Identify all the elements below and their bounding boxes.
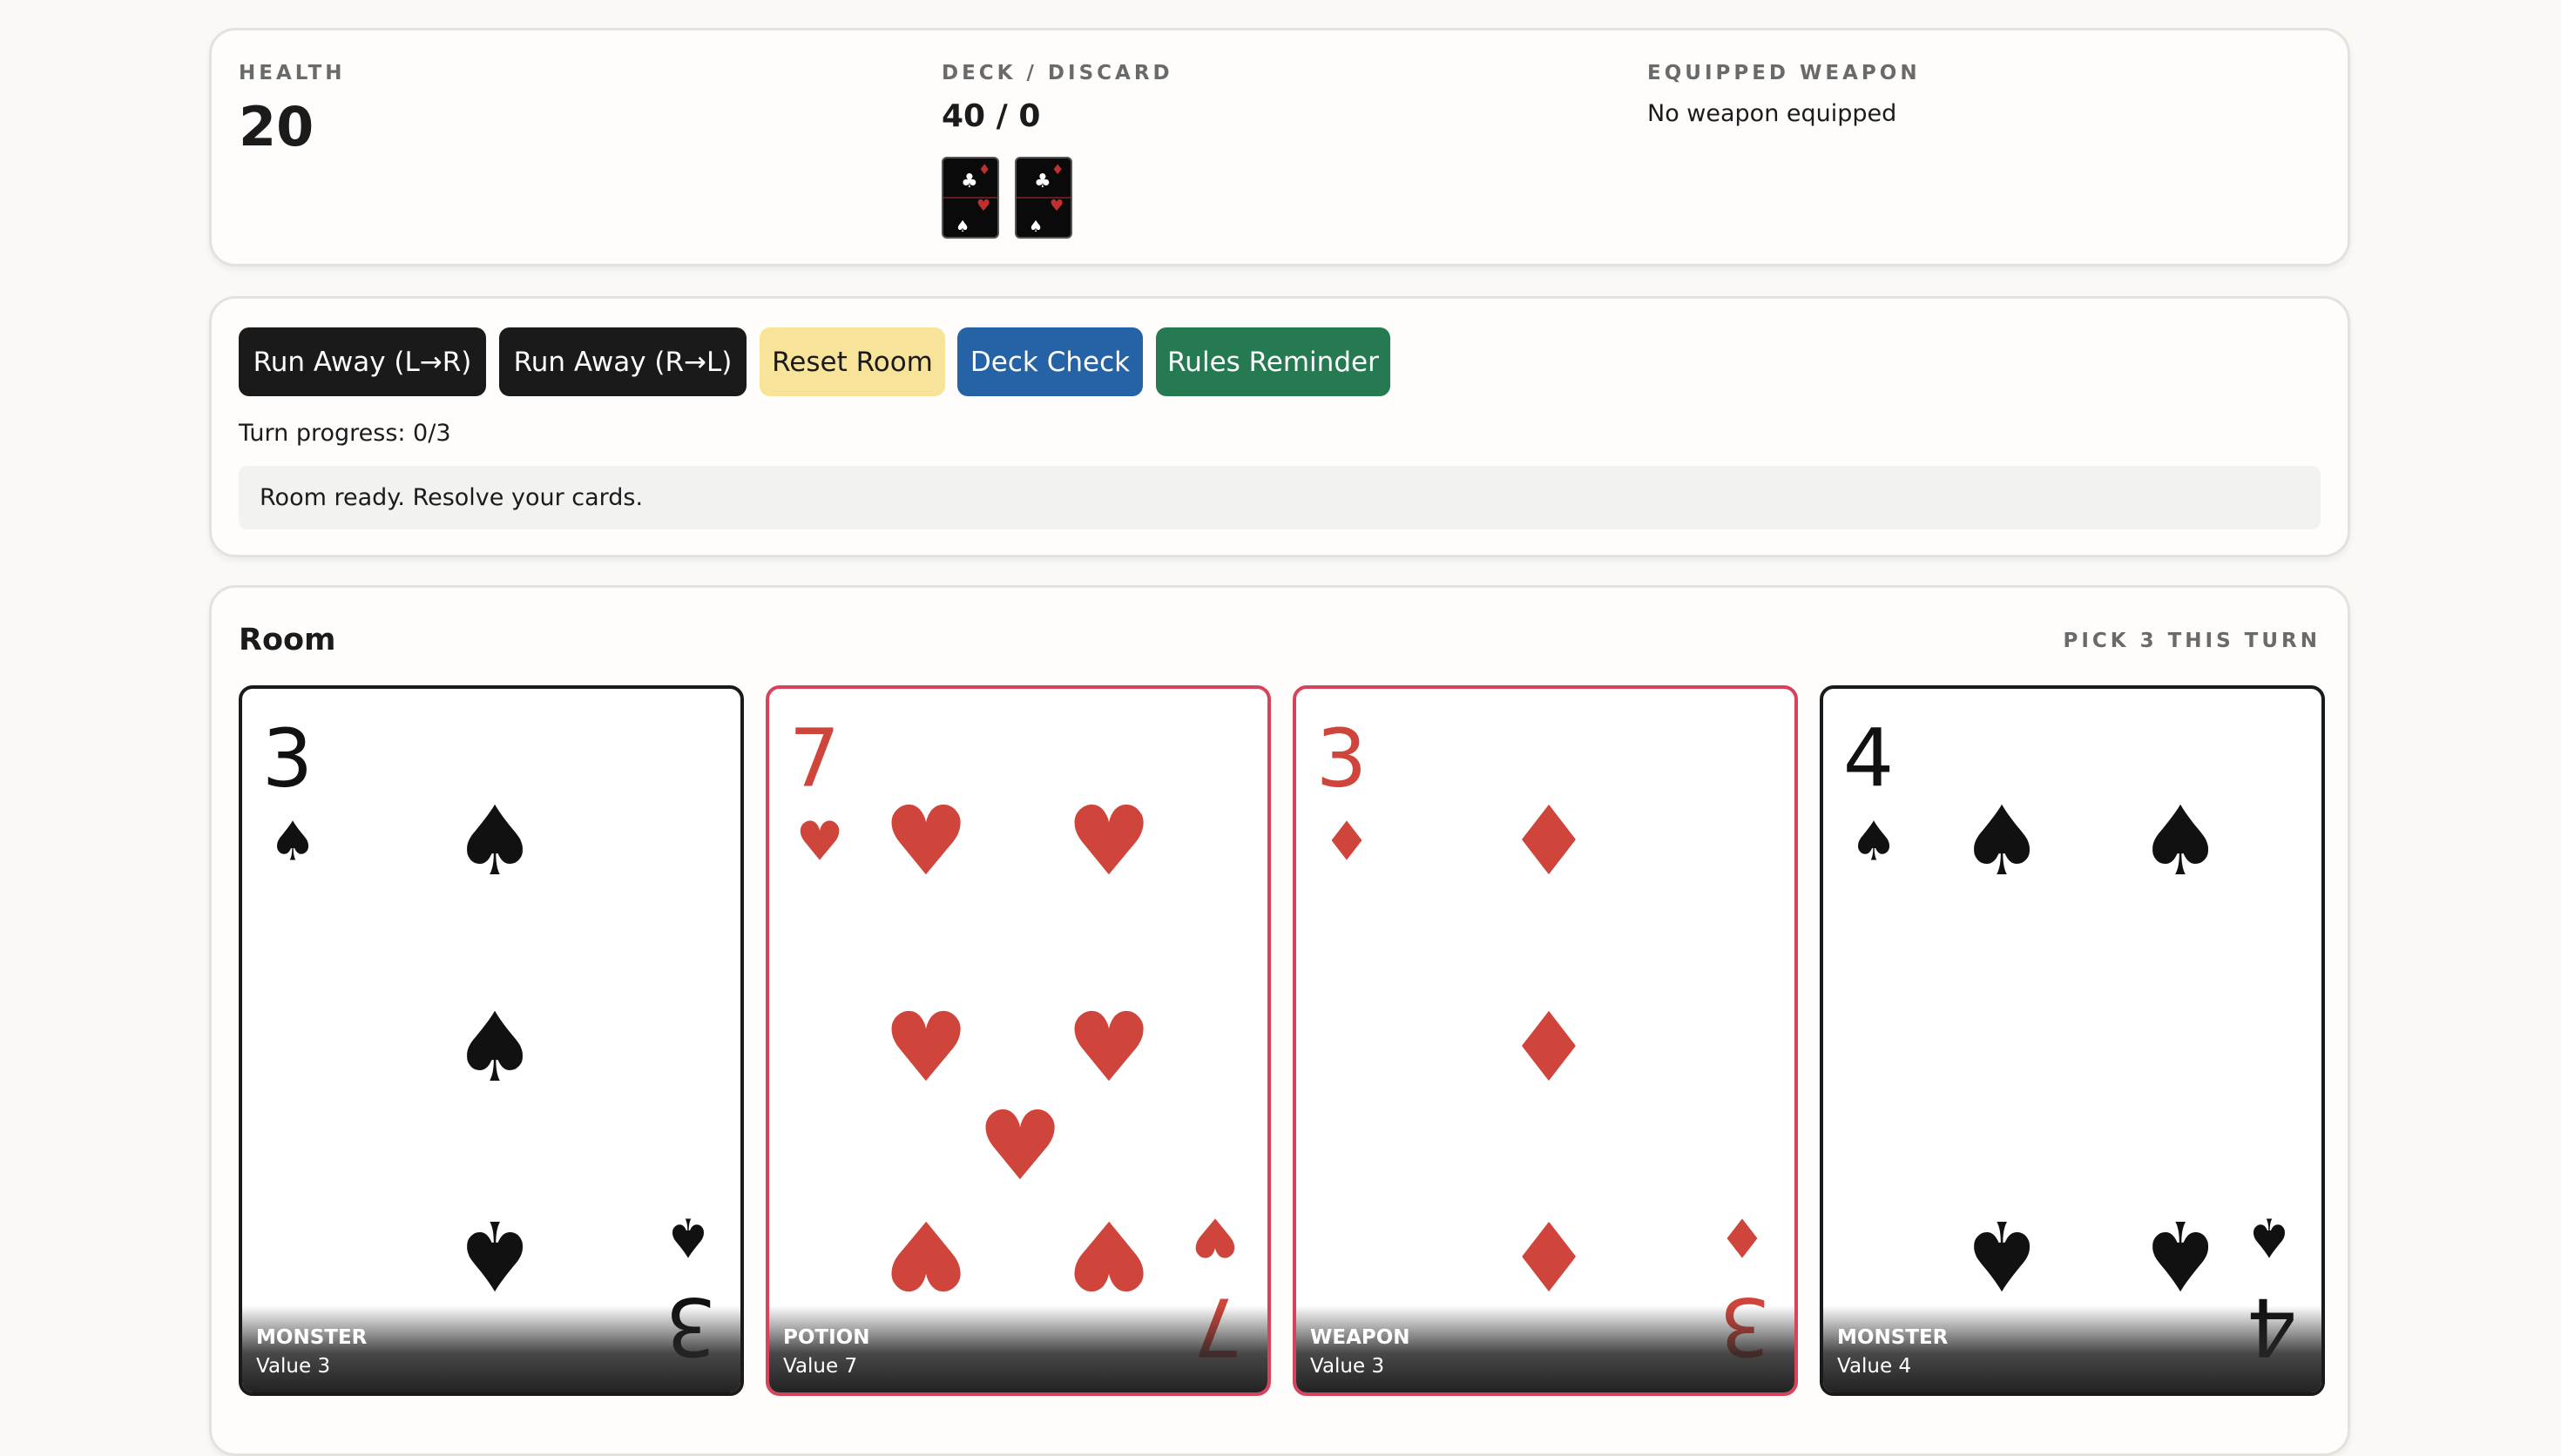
heart-icon: ♥ [1066,992,1152,1103]
spade-icon: ♠ [452,992,538,1103]
diamond-icon: ♦ [1506,992,1592,1103]
diamond-icon: ♦ [1506,1199,1592,1311]
diamond-icon: ♦ [1506,785,1592,897]
deck-pile[interactable]: ♣ ♦ ♥ ♠ ♣ ♦ ♥ ♠ [942,157,1081,244]
heart-icon: ♥ [1066,1199,1152,1311]
pick-hint: PICK 3 THIS TURN [2063,630,2321,652]
status-message-text: Room ready. Resolve your cards. [260,484,644,511]
card-type: MONSTER [256,1326,368,1349]
room-title: Room [239,623,336,657]
rules-reminder-button[interactable]: Rules Reminder [1156,327,1390,396]
discard-card-back: ♣ ♦ ♥ ♠ [1015,157,1072,239]
card-value: Value 4 [1837,1355,1912,1378]
heart-icon: ♥ [795,810,844,873]
card-value: Value 7 [783,1355,858,1378]
spade-icon: ♠ [664,1206,713,1270]
deck-card-back: ♣ ♦ ♥ ♠ [942,157,999,239]
svg-text:♣: ♣ [1034,171,1051,192]
run-away-right-to-left-button[interactable]: Run Away (R→L) [499,327,747,396]
diamond-icon: ♦ [1718,1206,1767,1270]
heart-icon: ♥ [883,992,970,1103]
spade-icon: ♠ [2138,1199,2224,1311]
heart-icon: ♥ [977,1090,1064,1202]
svg-text:♦: ♦ [978,161,990,178]
card-caption: MONSTER Value 3 [242,1305,740,1392]
spade-icon: ♠ [1959,785,2045,897]
card-value: Value 3 [256,1355,331,1378]
status-message: Room ready. Resolve your cards. [239,466,2321,529]
stats-panel: HEALTH 20 DECK / DISCARD 40 / 0 ♣ ♦ ♥ ♠ … [209,28,2350,266]
card-type: WEAPON [1310,1326,1410,1349]
svg-text:♠: ♠ [956,218,970,236]
card-caption: POTION Value 7 [769,1305,1267,1392]
card-rank: 3 [262,712,314,806]
card-rank: 4 [1843,712,1895,806]
actions-panel: Run Away (L→R) Run Away (R→L) Reset Room… [209,296,2350,557]
svg-text:♦: ♦ [1051,161,1064,178]
heart-card-face: 7♥7♥♥♥♥♥♥♥♥ [789,712,1244,1373]
heart-icon: ♥ [883,1199,970,1311]
room-card[interactable]: 7♥7♥♥♥♥♥♥♥♥POTION Value 7 [766,685,1271,1396]
deck-stat: DECK / DISCARD 40 / 0 [942,62,1173,134]
room-card[interactable]: 3♦3♦♦♦♦WEAPONValue 3 [1293,685,1798,1396]
svg-text:♣: ♣ [961,171,978,192]
weapon-stat: EQUIPPED WEAPON No weapon equipped [1647,62,1921,127]
room-card[interactable]: 4♠4♠♠♠♠♠MONSTERValue 4 [1820,685,2325,1396]
heart-icon: ♥ [883,785,970,897]
weapon-value: No weapon equipped [1647,100,1897,127]
run-away-left-to-right-button[interactable]: Run Away (L→R) [239,327,486,396]
spade-icon: ♠ [452,785,538,897]
spade-icon: ♠ [1849,810,1898,873]
spade-icon: ♠ [452,1199,538,1311]
spade-icon: ♠ [2138,785,2224,897]
room-card[interactable]: 3♠3♠♠♠♠MONSTERValue 3 [239,685,744,1396]
card-rank: 7 [789,712,841,806]
health-label: HEALTH [239,62,346,84]
spade-card-face: 4♠4♠♠♠♠♠ [1843,712,2298,1373]
card-type: POTION [783,1326,870,1349]
health-value: 20 [239,95,314,158]
deck-check-button[interactable]: Deck Check [957,327,1143,396]
deck-value: 40 / 0 [942,98,1041,134]
diamond-card-face: 3♦3♦♦♦♦ [1316,712,1771,1373]
spade-icon: ♠ [268,810,317,873]
spade-card-face: 3♠3♠♠♠♠ [262,712,717,1373]
svg-text:♥: ♥ [1050,197,1064,215]
turn-progress: Turn progress: 0/3 [239,420,451,447]
heart-icon: ♥ [1066,785,1152,897]
card-caption: MONSTER Value 4 [1823,1305,2321,1392]
svg-text:♠: ♠ [1029,218,1043,236]
card-caption: WEAPON Value 3 [1296,1305,1794,1392]
spade-icon: ♠ [2245,1206,2294,1270]
heart-icon: ♥ [1191,1206,1240,1270]
room-panel: Room PICK 3 THIS TURN 3♠3♠♠♠♠MONSTERValu… [209,585,2350,1456]
weapon-label: EQUIPPED WEAPON [1647,62,1921,84]
card-value: Value 3 [1310,1355,1385,1378]
reset-room-button[interactable]: Reset Room [760,327,945,396]
svg-text:♥: ♥ [976,197,990,215]
deck-label: DECK / DISCARD [942,62,1173,84]
health-stat: HEALTH 20 [239,62,346,158]
diamond-icon: ♦ [1322,810,1371,873]
card-type: MONSTER [1837,1326,1949,1349]
card-rank: 3 [1316,712,1368,806]
spade-icon: ♠ [1959,1199,2045,1311]
